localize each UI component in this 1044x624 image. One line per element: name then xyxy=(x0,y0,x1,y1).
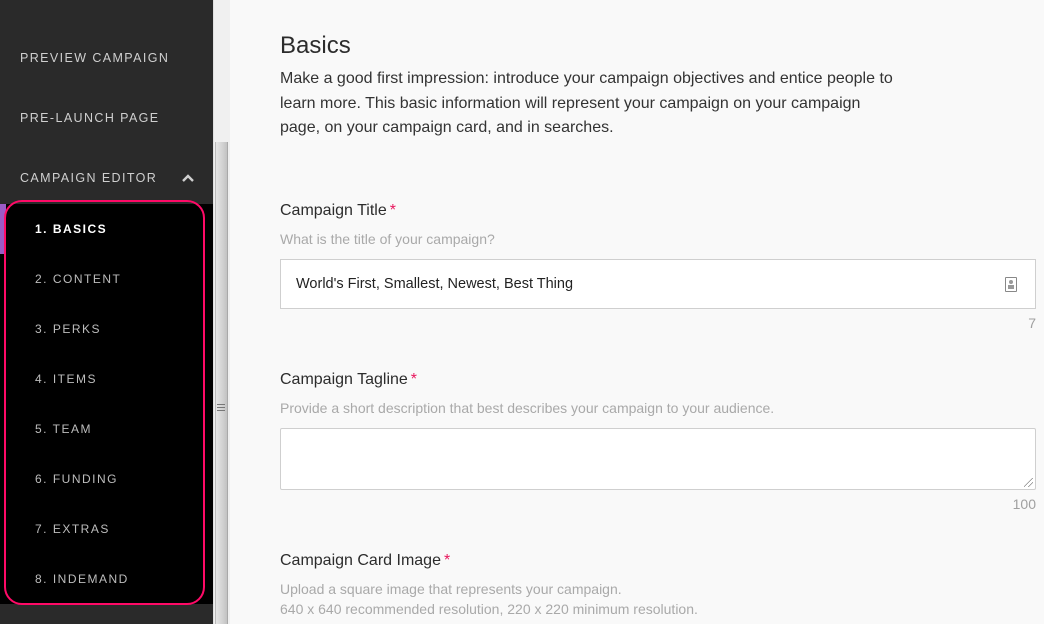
campaign-title-char-counter: 7 xyxy=(1028,315,1036,331)
page-intro: Make a good first impression: introduce … xyxy=(280,70,893,136)
nav-pre-launch-page[interactable]: PRE-LAUNCH PAGE xyxy=(20,111,160,125)
submenu-item-items[interactable]: 4. ITEMS xyxy=(35,372,97,386)
campaign-title-input[interactable] xyxy=(296,260,996,308)
active-item-indicator xyxy=(0,204,6,254)
submenu-item-team[interactable]: 5. TEAM xyxy=(35,422,92,436)
submenu-item-basics[interactable]: 1. BASICS xyxy=(35,222,107,236)
required-marker: * xyxy=(443,552,451,569)
campaign-card-image-label-text: Campaign Card Image xyxy=(280,552,441,569)
campaign-tagline-char-counter: 100 xyxy=(1012,496,1036,512)
submenu-item-funding[interactable]: 6. FUNDING xyxy=(35,472,118,486)
required-marker: * xyxy=(410,371,418,388)
required-marker: * xyxy=(389,202,396,219)
campaign-card-image-help-2: 640 x 640 recommended resolution, 220 x … xyxy=(280,601,698,617)
panel-splitter[interactable] xyxy=(213,0,230,624)
contact-card-icon[interactable] xyxy=(1005,277,1017,292)
scrollbar-track[interactable] xyxy=(215,142,228,624)
resize-handle-icon[interactable] xyxy=(1024,478,1033,487)
submenu-item-indemand[interactable]: 8. INDEMAND xyxy=(35,572,129,586)
campaign-tagline-label-text: Campaign Tagline xyxy=(280,371,408,388)
main-content: Basics Make a good first impression: int… xyxy=(280,0,1044,624)
drag-handle-icon[interactable] xyxy=(217,404,225,413)
submenu-item-content[interactable]: 2. CONTENT xyxy=(35,272,121,286)
campaign-tagline-label: Campaign Tagline * xyxy=(280,371,417,389)
campaign-editor-submenu xyxy=(0,204,213,604)
submenu-item-perks[interactable]: 3. PERKS xyxy=(35,322,101,336)
campaign-title-field xyxy=(280,259,1036,309)
campaign-title-label-text: Campaign Title xyxy=(280,202,387,219)
nav-campaign-editor-label: CAMPAIGN EDITOR xyxy=(20,171,158,185)
campaign-tagline-help: Provide a short description that best de… xyxy=(280,400,775,416)
page-title: Basics xyxy=(280,32,351,59)
nav-preview-campaign[interactable]: PREVIEW CAMPAIGN xyxy=(20,51,169,65)
campaign-card-image-label: Campaign Card Image * xyxy=(280,552,450,570)
chevron-up-icon[interactable] xyxy=(181,171,195,185)
campaign-title-label: Campaign Title * xyxy=(280,202,396,220)
campaign-title-help: What is the title of your campaign? xyxy=(280,231,495,247)
submenu-item-extras[interactable]: 7. EXTRAS xyxy=(35,522,110,536)
campaign-tagline-input[interactable] xyxy=(280,428,1036,490)
sidebar: PREVIEW CAMPAIGN PRE-LAUNCH PAGE CAMPAIG… xyxy=(0,0,213,624)
campaign-card-image-help-1: Upload a square image that represents yo… xyxy=(280,581,622,597)
nav-campaign-editor[interactable]: CAMPAIGN EDITOR xyxy=(20,171,195,185)
